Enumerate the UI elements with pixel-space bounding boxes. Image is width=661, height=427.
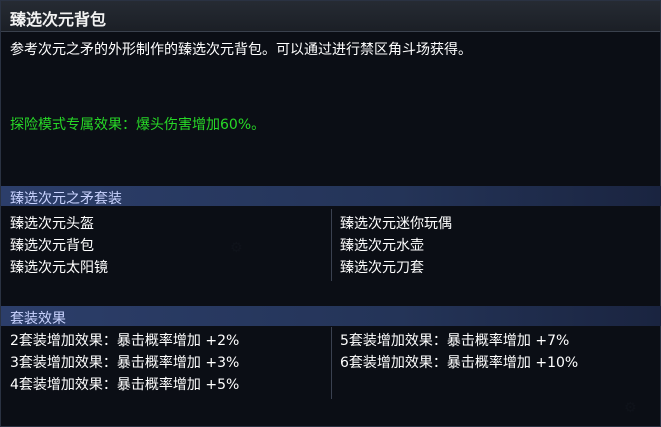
item-tooltip: 臻选次元背包 参考次元之矛的外形制作的臻选次元背包。可以通过进行禁区角斗场获得。… — [0, 0, 661, 427]
set-effects-header — [1, 306, 661, 326]
set-effect-line: 3套装增加效果：暴击概率增加 +3% — [10, 355, 240, 371]
set-item: 臻选次元水壶 — [340, 238, 424, 254]
set-item: 臻选次元迷你玩偶 — [340, 216, 452, 232]
set-effect-line: 4套装增加效果：暴击概率增加 +5% — [10, 377, 240, 393]
item-title: 臻选次元背包 — [10, 10, 107, 29]
item-description: 参考次元之矛的外形制作的臻选次元背包。可以通过进行禁区角斗场获得。 — [10, 42, 472, 58]
tooltip-title-bar: 臻选次元背包 — [1, 1, 660, 32]
column-divider — [331, 209, 332, 281]
set-effect-line: 2套装增加效果：暴击概率增加 +2% — [10, 333, 240, 349]
set-item: 臻选次元刀套 — [340, 260, 424, 276]
set-item: 臻选次元背包 — [10, 238, 94, 254]
column-divider — [331, 327, 332, 399]
set-item: 臻选次元太阳镜 — [10, 260, 108, 276]
special-effect-text: 探险模式专属效果：爆头伤害增加60%。 — [10, 117, 266, 133]
set-section-title: 臻选次元之矛套装 — [10, 191, 122, 207]
set-effect-line: 5套装增加效果：暴击概率增加 +7% — [340, 333, 570, 349]
set-effect-line: 6套装增加效果：暴击概率增加 +10% — [340, 355, 579, 371]
set-item: 臻选次元头盔 — [10, 216, 94, 232]
set-effects-title: 套装效果 — [10, 311, 66, 327]
